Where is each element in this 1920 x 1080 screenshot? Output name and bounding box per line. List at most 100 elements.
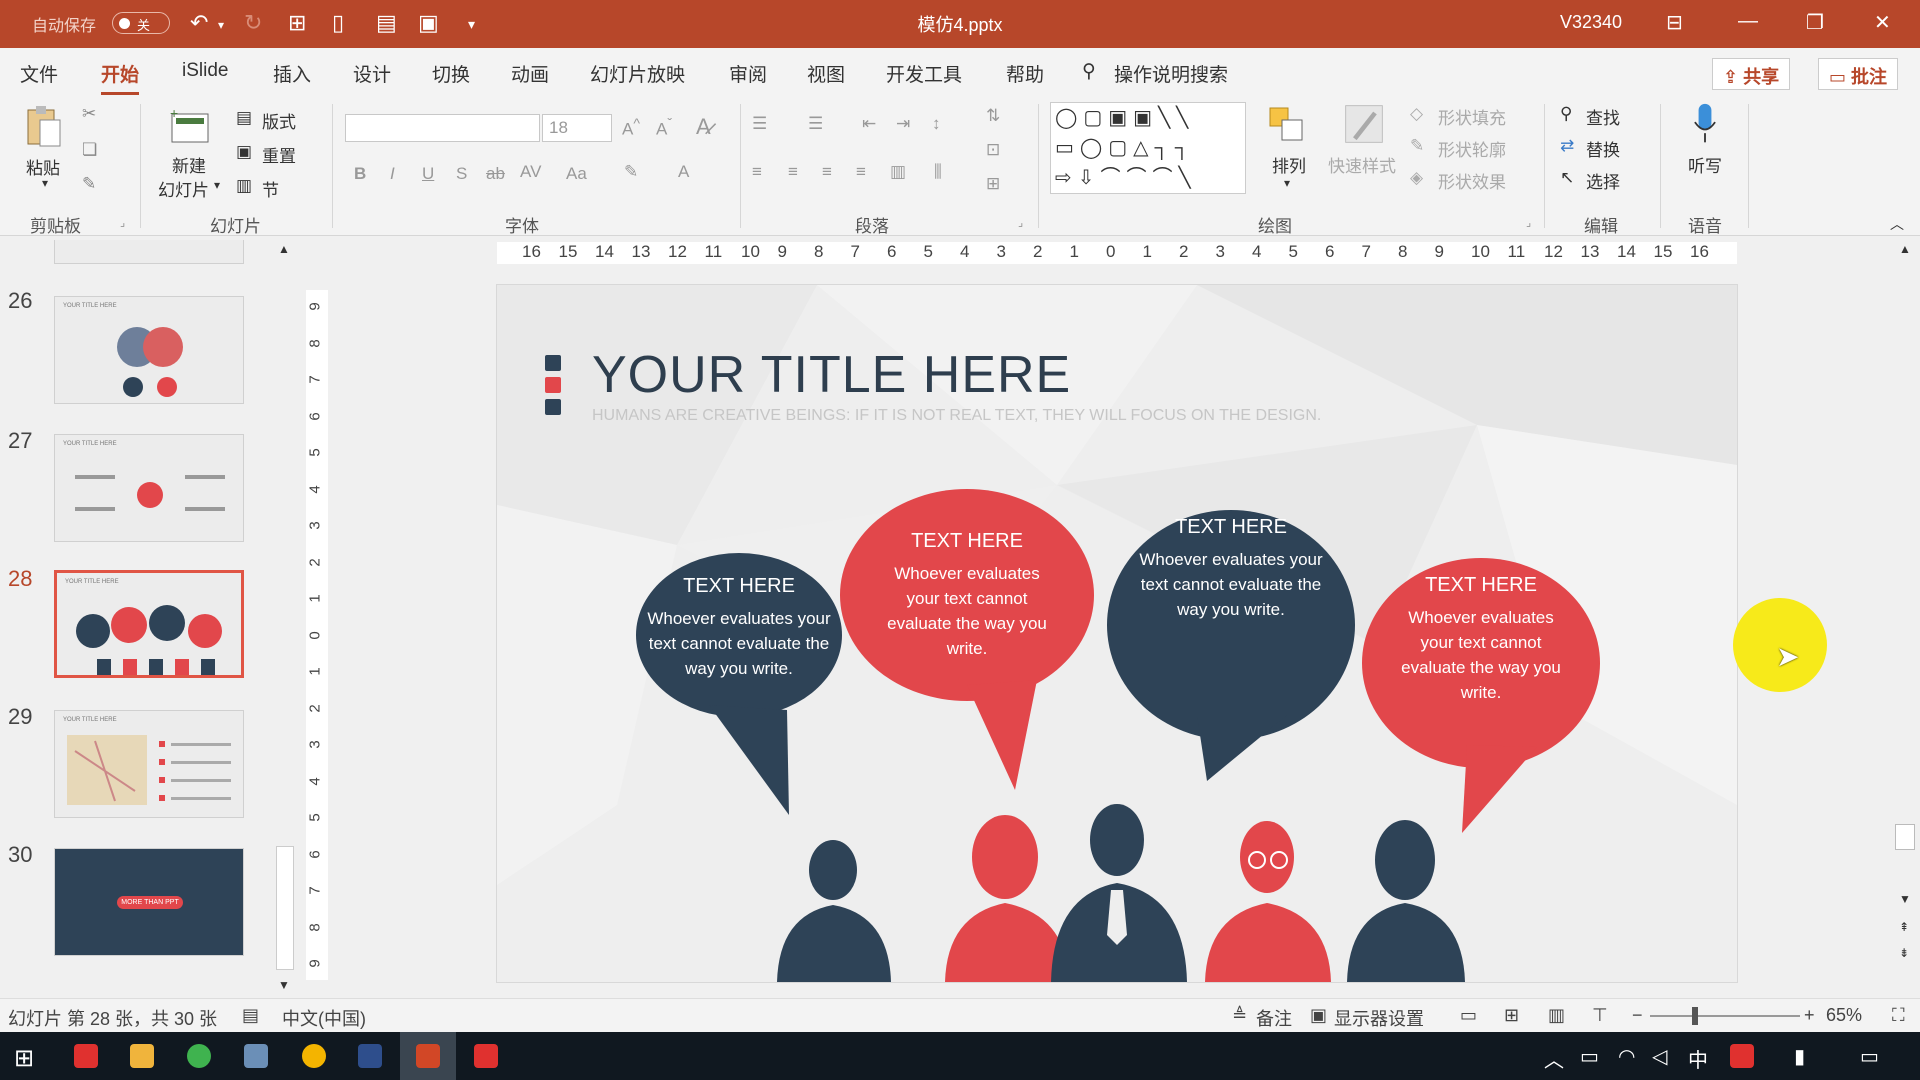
wifi-icon[interactable]: ◠ [1618, 1044, 1635, 1069]
microphone-icon[interactable] [1690, 102, 1720, 146]
share-button[interactable]: ⇪ 共享 [1712, 58, 1791, 90]
cut-icon[interactable]: ✂ [82, 104, 96, 124]
scroll-thumb[interactable] [276, 846, 294, 970]
paragraph-launcher-icon[interactable]: ⌟ [1018, 216, 1023, 229]
slide-thumbnail[interactable]: YOUR TITLE HERE [54, 710, 244, 818]
decrease-indent-icon[interactable]: ⇤ [862, 114, 876, 134]
slide-thumbnail[interactable]: YOUR TITLE HERE [54, 434, 244, 542]
slide-sorter-icon[interactable]: ⊞ [1504, 1005, 1519, 1026]
slide-count-status[interactable]: 幻灯片 第 28 张，共 30 张 [8, 1005, 217, 1031]
layout-icon[interactable]: ▤ [236, 108, 252, 128]
layout-button[interactable]: 版式 [262, 108, 296, 133]
bullets-icon[interactable]: ☰ [752, 114, 767, 134]
zoom-slider[interactable] [1650, 1015, 1800, 1017]
slide-canvas[interactable]: YOUR TITLE HERE HUMANS ARE CREATIVE BEIN… [497, 285, 1737, 982]
shapes-gallery[interactable]: ◯▢▣▣╲╲ ▭◯▢△┐┐ ⇨⇩⌒⌒⌒╲ [1050, 102, 1246, 194]
person-silhouette-5[interactable] [1347, 820, 1465, 982]
app-icon-blue[interactable] [244, 1044, 268, 1068]
person-silhouette-2[interactable] [945, 815, 1069, 982]
shadow-icon[interactable]: S [456, 164, 467, 184]
change-case-icon[interactable]: Aa [566, 164, 587, 184]
align-center-icon[interactable]: ≡ [788, 162, 798, 182]
thumbnail-scrollbar[interactable]: ▲ ▼ [274, 240, 296, 995]
tab-animations[interactable]: 动画 [511, 60, 549, 87]
select-icon[interactable]: ↖ [1560, 168, 1574, 188]
chrome-icon[interactable] [302, 1044, 326, 1068]
tab-islide[interactable]: iSlide [182, 60, 228, 82]
quick-styles-icon[interactable] [1340, 102, 1388, 146]
powerpoint-icon[interactable] [416, 1044, 440, 1068]
numbering-icon[interactable]: ☰ [808, 114, 823, 134]
slide-thumbnail[interactable]: YOUR TITLE HERE [54, 296, 244, 404]
reset-icon[interactable]: ▣ [236, 142, 252, 162]
line-spacing-icon[interactable]: ↕ [932, 114, 941, 134]
comments-button[interactable]: ▭ 批注 [1818, 58, 1899, 90]
reading-view-icon[interactable]: ▥ [1548, 1005, 1565, 1026]
sogou-input-icon[interactable] [1730, 1044, 1754, 1068]
decrease-font-icon[interactable]: Aˇ [656, 116, 672, 140]
align-left-icon[interactable]: ≡ [752, 162, 762, 182]
tab-home[interactable]: 开始 [101, 60, 140, 95]
user-name[interactable]: V32340 [1560, 12, 1622, 33]
close-icon[interactable]: ✕ [1874, 10, 1891, 35]
arrange-dropdown-icon[interactable]: ▾ [1284, 176, 1290, 190]
restore-icon[interactable]: ❐ [1806, 10, 1824, 35]
recorder-icon[interactable] [474, 1044, 498, 1068]
increase-font-icon[interactable]: A^ [622, 116, 640, 140]
distributed-icon[interactable]: ▥ [890, 162, 906, 182]
tell-me-search[interactable]: 操作说明搜索 [1114, 60, 1228, 87]
increase-indent-icon[interactable]: ⇥ [896, 114, 910, 134]
slide-thumbnail-selected[interactable]: YOUR TITLE HERE [54, 570, 244, 678]
arrange-icon[interactable] [1266, 104, 1306, 148]
next-slide-icon[interactable]: ⇟ [1899, 946, 1909, 960]
font-name-combo[interactable] [345, 114, 540, 142]
smartart-icon[interactable]: ⊞ [986, 174, 1000, 194]
quick-styles-label[interactable]: 快速样式 [1328, 152, 1396, 177]
shape-effects-button[interactable]: 形状效果 [1438, 168, 1506, 193]
text-direction-icon[interactable]: ⇅ [986, 106, 1000, 126]
speech-bubble-4[interactable]: TEXT HERE Whoever evaluates your text ca… [1391, 574, 1571, 705]
slideshow-icon[interactable]: ⊤ [1592, 1005, 1608, 1026]
tab-file[interactable]: 文件 [20, 60, 58, 87]
copy-icon[interactable]: ❏ [82, 140, 97, 160]
format-painter-icon[interactable]: ✎ [82, 174, 96, 194]
windows-start-icon[interactable]: ⊞ [14, 1044, 34, 1073]
speech-bubble-3[interactable]: TEXT HERE Whoever evaluates your text ca… [1137, 516, 1325, 622]
show-hidden-icons-icon[interactable]: ︿ [1544, 1044, 1564, 1073]
scroll-up-icon[interactable]: ▲ [1899, 242, 1911, 256]
highlight-icon[interactable]: ✎ [624, 162, 638, 182]
speech-bubble-2[interactable]: TEXT HERE Whoever evaluates your text ca… [877, 530, 1057, 661]
new-slide-label-2[interactable]: 幻灯片 [158, 176, 209, 201]
ribbon-display-icon[interactable]: ⊟ [1666, 10, 1683, 35]
zoom-in-icon[interactable]: + [1804, 1005, 1815, 1026]
display-settings-button[interactable]: 显示器设置 [1334, 1005, 1424, 1031]
font-size-combo[interactable]: 18 [542, 114, 612, 142]
tab-slideshow[interactable]: 幻灯片放映 [590, 60, 685, 87]
arrange-label[interactable]: 排列 [1272, 152, 1306, 177]
speech-bubble-1[interactable]: TEXT HERE Whoever evaluates your text ca… [646, 575, 832, 681]
shape-outline-button[interactable]: 形状轮廓 [1438, 136, 1506, 161]
italic-icon[interactable]: I [390, 164, 395, 184]
section-button[interactable]: 节 [262, 176, 279, 201]
tab-transitions[interactable]: 切换 [432, 60, 470, 87]
underline-icon[interactable]: U [422, 164, 434, 184]
bold-icon[interactable]: B [354, 164, 366, 184]
new-slide-icon[interactable]: + [168, 104, 212, 148]
clipboard-launcher-icon[interactable]: ⌟ [120, 216, 125, 229]
app-icon-green[interactable] [187, 1044, 211, 1068]
new-slide-dropdown-icon[interactable]: ▾ [214, 178, 220, 192]
fit-to-window-icon[interactable]: ⛶ [1892, 1005, 1905, 1026]
slide-thumbnail[interactable]: MORE THAN PPT [54, 848, 244, 956]
paste-icon[interactable] [24, 104, 64, 148]
shape-outline-icon[interactable]: ✎ [1410, 136, 1424, 156]
replace-icon[interactable]: ⇄ [1560, 136, 1574, 156]
person-silhouette-3[interactable] [1051, 804, 1187, 982]
zoom-out-icon[interactable]: − [1632, 1005, 1643, 1026]
zoom-level[interactable]: 65% [1826, 1005, 1862, 1026]
battery-icon[interactable]: ▭ [1580, 1044, 1599, 1069]
volume-icon[interactable]: ◁ [1652, 1044, 1667, 1069]
tab-help[interactable]: 帮助 [1006, 60, 1044, 87]
normal-view-icon[interactable]: ▭ [1460, 1005, 1477, 1026]
scroll-up-icon[interactable]: ▲ [278, 242, 290, 256]
keyboard-icon[interactable]: ▮ [1794, 1044, 1805, 1069]
